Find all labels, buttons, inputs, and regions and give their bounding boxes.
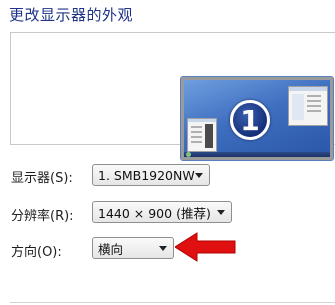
resolution-select[interactable]: 1440 × 900 (推荐) [92,201,232,223]
resolution-label: 分辨率(R): [11,209,74,224]
chevron-down-icon [217,209,225,215]
orientation-select[interactable]: 横向 [92,237,174,259]
resolution-select-value: 1440 × 900 (推荐) [98,205,211,221]
window-icon [288,86,328,126]
taskbar [184,152,330,157]
chevron-down-icon [159,245,167,251]
display-select[interactable]: 1. SMB1920NW [92,164,210,186]
display-select-value: 1. SMB1920NW [98,167,195,183]
orientation-select-value: 横向 [98,241,124,257]
red-arrow-icon [175,232,236,262]
monitor-number-badge: 1 [230,100,270,140]
monitor-preview-area[interactable]: 1 [10,32,335,161]
display-label: 显示器(S): [11,171,73,186]
orientation-label: 方向(O): [11,245,62,260]
window-icon [187,118,217,152]
divider [10,302,335,303]
page-title: 更改显示器的外观 [9,6,134,24]
monitor-1-thumbnail[interactable]: 1 [180,76,334,161]
chevron-down-icon [195,172,203,178]
